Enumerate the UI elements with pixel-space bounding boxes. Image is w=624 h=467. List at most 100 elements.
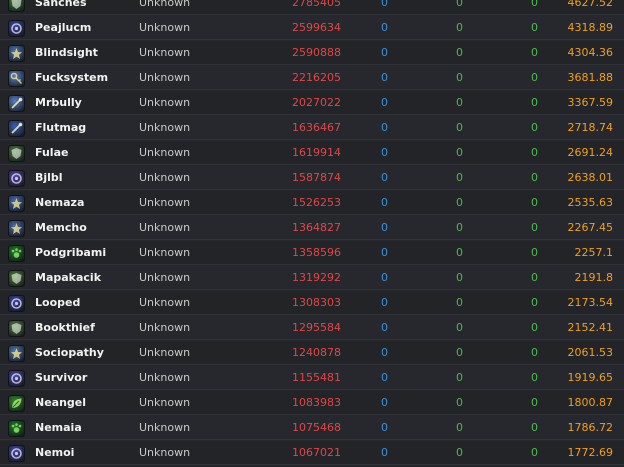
table-row[interactable]: Neangel Unknown 1083983 0 0 0 1800.87 [0, 391, 624, 415]
swirl-icon [8, 170, 25, 187]
stat-value-3: 0 [456, 321, 463, 334]
table-row[interactable]: Bookthief Unknown 1295584 0 0 0 2152.41 [0, 316, 624, 340]
player-role: Unknown [139, 46, 191, 59]
paw-icon [8, 245, 25, 262]
table-row[interactable]: Fulae Unknown 1619914 0 0 0 2691.24 [0, 141, 624, 165]
stat-value-4: 0 [531, 121, 538, 134]
player-name[interactable]: Nemoi [35, 441, 74, 465]
player-name[interactable]: Bjlbl [35, 166, 63, 190]
player-name[interactable]: Mrbully [35, 91, 82, 115]
stat-value-2: 0 [381, 421, 388, 434]
damage-value: 1240878 [292, 346, 341, 359]
table-row[interactable]: Sociopathy Unknown 1240878 0 0 0 2061.53 [0, 341, 624, 365]
stat-value-4: 0 [531, 271, 538, 284]
key-icon [8, 70, 25, 87]
table-row[interactable]: Podgribami Unknown 1358596 0 0 0 2257.1 [0, 241, 624, 265]
stat-value-4: 0 [531, 421, 538, 434]
swirl-icon [8, 295, 25, 312]
stat-value-2: 0 [381, 196, 388, 209]
damage-value: 2590888 [292, 46, 341, 59]
table-row[interactable]: Survivor Unknown 1155481 0 0 0 1919.65 [0, 366, 624, 390]
table-row[interactable]: Nemaza Unknown 1526253 0 0 0 2535.63 [0, 191, 624, 215]
player-name[interactable]: Sanches [35, 0, 87, 15]
table-row[interactable]: Mapakacik Unknown 1319292 0 0 0 2191.8 [0, 266, 624, 290]
stat-value-3: 0 [456, 396, 463, 409]
dps-value: 4304.36 [567, 46, 614, 59]
damage-value: 1083983 [292, 396, 341, 409]
damage-value: 1155481 [292, 371, 341, 384]
damage-value: 2785405 [292, 0, 341, 9]
player-name[interactable]: Peajlucm [35, 16, 91, 40]
player-role: Unknown [139, 271, 191, 284]
stat-value-3: 0 [456, 221, 463, 234]
damage-value: 1067021 [292, 446, 341, 459]
table-row[interactable]: Flutmag Unknown 1636467 0 0 0 2718.74 [0, 116, 624, 140]
swirl-icon [8, 445, 25, 462]
stat-value-4: 0 [531, 146, 538, 159]
player-name[interactable]: Survivor [35, 366, 87, 390]
player-name[interactable]: Neangel [35, 391, 86, 415]
dps-value: 4627.52 [567, 0, 614, 9]
stat-value-3: 0 [456, 96, 463, 109]
dps-value: 2152.41 [567, 321, 614, 334]
table-row[interactable]: Bjlbl Unknown 1587874 0 0 0 2638.01 [0, 166, 624, 190]
damage-value: 1075468 [292, 421, 341, 434]
dps-value: 1800.87 [567, 396, 614, 409]
table-row[interactable]: Mrbully Unknown 2027022 0 0 0 3367.59 [0, 91, 624, 115]
stat-value-4: 0 [531, 371, 538, 384]
player-name[interactable]: Looped [35, 291, 80, 315]
dps-value: 3681.88 [567, 71, 614, 84]
player-name[interactable]: Fulae [35, 141, 68, 165]
damage-value: 1295584 [292, 321, 341, 334]
player-name[interactable]: Podgribami [35, 241, 106, 265]
stat-value-3: 0 [456, 446, 463, 459]
player-name[interactable]: Mapakacik [35, 266, 101, 290]
player-name[interactable]: Fucksystem [35, 66, 108, 90]
player-role: Unknown [139, 0, 191, 9]
player-name[interactable]: Nemaia [35, 416, 82, 440]
player-name[interactable]: Nemaza [35, 191, 84, 215]
shield-icon [8, 145, 25, 162]
stat-value-3: 0 [456, 171, 463, 184]
stat-value-4: 0 [531, 296, 538, 309]
table-row[interactable]: Nemaia Unknown 1075468 0 0 0 1786.72 [0, 416, 624, 440]
player-role: Unknown [139, 146, 191, 159]
damage-value: 2216205 [292, 71, 341, 84]
dps-value: 2257.1 [574, 246, 614, 259]
paw-icon [8, 420, 25, 437]
table-row[interactable]: Looped Unknown 1308303 0 0 0 2173.54 [0, 291, 624, 315]
table-row[interactable]: Memcho Unknown 1364827 0 0 0 2267.45 [0, 216, 624, 240]
stat-value-2: 0 [381, 171, 388, 184]
stat-value-4: 0 [531, 21, 538, 34]
stat-value-3: 0 [456, 71, 463, 84]
dps-value: 2535.63 [567, 196, 614, 209]
stat-value-4: 0 [531, 71, 538, 84]
player-name[interactable]: Bookthief [35, 316, 95, 340]
dps-value: 2267.45 [567, 221, 614, 234]
player-name[interactable]: Blindsight [35, 41, 98, 65]
leaf-icon [8, 395, 25, 412]
player-role: Unknown [139, 296, 191, 309]
stat-value-4: 0 [531, 346, 538, 359]
dps-value: 2191.8 [574, 271, 614, 284]
stat-value-2: 0 [381, 296, 388, 309]
table-row[interactable]: Fucksystem Unknown 2216205 0 0 0 3681.88 [0, 66, 624, 90]
table-row[interactable]: Peajlucm Unknown 2599634 0 0 0 4318.89 [0, 16, 624, 40]
stat-value-3: 0 [456, 121, 463, 134]
player-role: Unknown [139, 221, 191, 234]
player-name[interactable]: Memcho [35, 216, 87, 240]
stat-value-3: 0 [456, 0, 463, 9]
stat-value-2: 0 [381, 96, 388, 109]
stat-value-2: 0 [381, 221, 388, 234]
dps-value: 1919.65 [567, 371, 614, 384]
stat-value-3: 0 [456, 346, 463, 359]
stat-value-3: 0 [456, 371, 463, 384]
stat-value-4: 0 [531, 321, 538, 334]
table-row[interactable]: Nemoi Unknown 1067021 0 0 0 1772.69 [0, 441, 624, 465]
player-name[interactable]: Sociopathy [35, 341, 104, 365]
table-row[interactable]: Blindsight Unknown 2590888 0 0 0 4304.36 [0, 41, 624, 65]
player-name[interactable]: Flutmag [35, 116, 86, 140]
player-role: Unknown [139, 21, 191, 34]
table-row[interactable]: Sanches Unknown 2785405 0 0 0 4627.52 [0, 0, 624, 15]
stat-value-3: 0 [456, 296, 463, 309]
